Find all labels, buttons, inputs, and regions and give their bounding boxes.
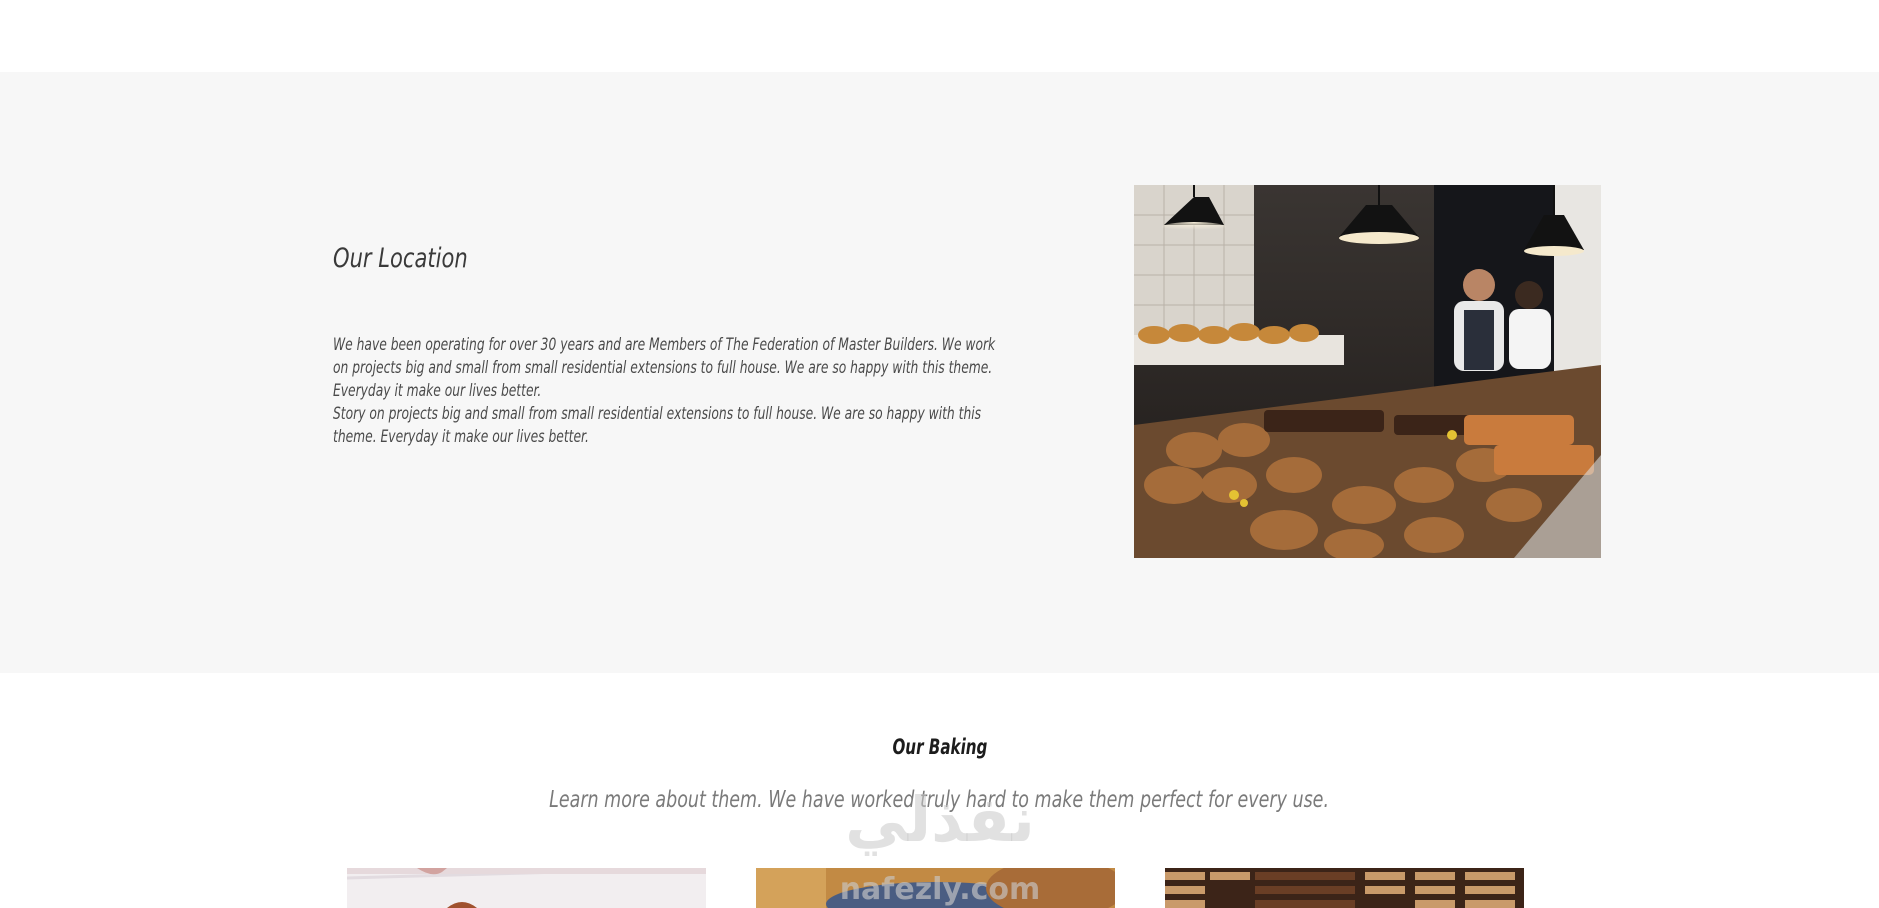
baking-subtitle: Learn more about them. We have worked tr… [0, 787, 1879, 813]
baking-title: Our Baking [0, 735, 1879, 759]
bakery-counter-image [1134, 185, 1601, 558]
location-description: We have been operating for over 30 years… [333, 333, 1004, 448]
location-section: Our Location We have been operating for … [0, 72, 1879, 673]
page: Our Location We have been operating for … [0, 0, 1879, 908]
baking-card-bread-image[interactable] [756, 868, 1115, 908]
baking-title-text: Our Baking [892, 735, 987, 759]
location-paragraph-1: We have been operating for over 30 years… [333, 335, 996, 400]
baking-card-cookies-image[interactable] [1165, 868, 1524, 908]
location-paragraph-2: Story on projects big and small from sma… [333, 404, 982, 446]
location-title: Our Location [333, 243, 468, 274]
baking-card-pastry-image[interactable] [347, 868, 706, 908]
baking-subtitle-text: Learn more about them. We have worked tr… [549, 787, 1330, 813]
top-band [0, 0, 1879, 72]
